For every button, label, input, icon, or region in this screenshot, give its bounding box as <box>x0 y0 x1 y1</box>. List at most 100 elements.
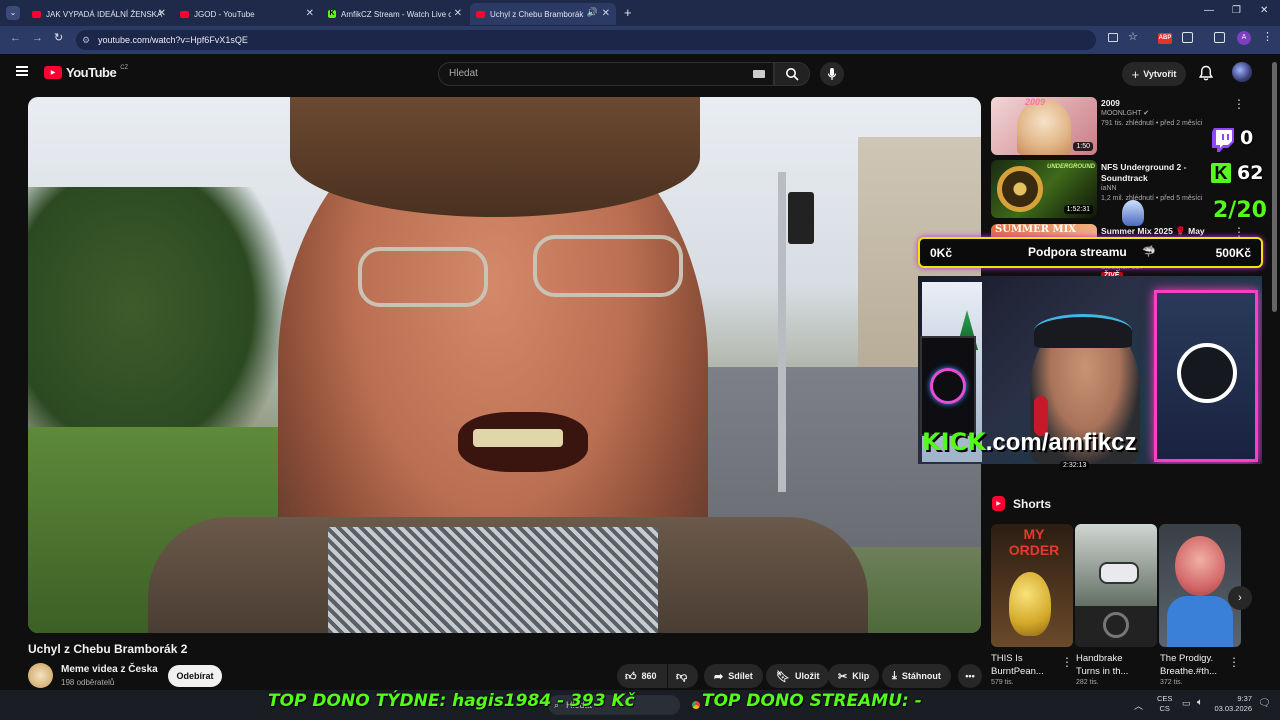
goal-mascot-icon <box>1122 200 1144 226</box>
voice-search-button[interactable] <box>820 62 844 86</box>
rec-thumbnail-summer-mix[interactable]: SUMMER MIX <box>991 224 1097 238</box>
video-glasses-left <box>358 247 488 307</box>
search-icon <box>786 68 799 81</box>
close-icon[interactable]: ✕ <box>602 8 610 19</box>
rec-title: 2009 <box>1101 98 1120 108</box>
hamburger-menu-icon[interactable] <box>16 66 28 76</box>
rec-meta: 1,2 mil. zhlédnutí • před 5 měsíci <box>1101 195 1203 202</box>
keyboard-icon[interactable] <box>753 70 765 78</box>
follower-goal-counter: 2/20 <box>1213 198 1267 223</box>
close-icon[interactable]: ✕ <box>158 8 166 19</box>
close-icon[interactable]: ✕ <box>306 8 314 19</box>
network-icon[interactable]: ▭ <box>1182 698 1191 709</box>
page-scrollbar[interactable] <box>1272 62 1277 312</box>
channel-name[interactable]: Meme videa z Česka <box>61 664 158 675</box>
youtube-favicon-icon <box>32 10 41 18</box>
short-thumbnail-prodigy[interactable] <box>1159 524 1241 647</box>
os-taskbar: ⌕ Hledat ︿ CES CS ▭ 🔈︎ 9:37 03.03.2026 🗨︎ <box>0 690 1280 720</box>
new-tab-button[interactable]: + <box>624 5 632 20</box>
dislike-button[interactable]: 👎︎ <box>668 664 698 688</box>
youtube-header: ▶ YouTube CZ Hledat + Vytvořit <box>0 54 1280 92</box>
cast-icon[interactable] <box>1108 33 1118 42</box>
account-avatar[interactable] <box>1232 62 1252 82</box>
close-icon[interactable]: ✕ <box>454 8 462 19</box>
search-input[interactable]: Hledat <box>438 62 774 86</box>
microphone-icon <box>827 68 837 80</box>
clip-button[interactable]: ✂ Klip <box>828 664 880 688</box>
bookmark-icon: 🔖︎ <box>776 670 790 683</box>
rec-menu-icon[interactable]: ⋮ <box>1233 97 1245 111</box>
save-label: Uložit <box>794 671 820 681</box>
extensions-icon[interactable] <box>1182 32 1193 43</box>
tab-label: JAK VYPADÁ IDEÁLNÍ ŽENSKÁ <box>46 9 163 19</box>
search-button[interactable] <box>774 62 810 86</box>
address-bar[interactable]: ⚙ youtube.com/watch?v=Hpf6FvX1sQE <box>76 30 1096 50</box>
short-thumbnail-handbrake[interactable] <box>1075 524 1157 647</box>
back-icon[interactable]: ← <box>10 32 21 44</box>
maximize-icon[interactable]: ❐ <box>1232 5 1241 16</box>
bookmark-star-icon[interactable]: ☆ <box>1128 30 1138 43</box>
tab-jgod[interactable]: JGOD - YouTube ✕ <box>174 3 320 25</box>
chevron-right-icon: › <box>1238 592 1242 604</box>
webcam-pc-case <box>920 336 976 436</box>
video-player[interactable] <box>28 97 981 633</box>
tab-list-dropdown-icon[interactable]: ⌄ <box>6 6 20 20</box>
search-placeholder: Hledat <box>449 68 478 79</box>
short-info-burntpean[interactable]: THIS Is BurntPean... 579 tis. <box>991 652 1071 688</box>
site-info-icon[interactable]: ⚙ <box>82 30 90 50</box>
short-info-prodigy[interactable]: The Prodigy. Breathe.#th... 372 tis. <box>1160 652 1226 688</box>
adblock-icon[interactable]: ABP <box>1158 33 1172 44</box>
share-button[interactable]: ➦ Sdílet <box>704 664 763 688</box>
tab-amfikcz-stream[interactable]: K AmfikCZ Stream - Watch Live o ✕ <box>322 3 468 25</box>
minimize-icon[interactable]: — <box>1204 5 1214 16</box>
rec-info-2009[interactable]: 2009 MOONLGHT ✔ 791 tis. zhlédnutí • pře… <box>1101 98 1211 129</box>
notifications-bell-icon[interactable] <box>1198 65 1214 86</box>
short-info-handbrake[interactable]: Handbrake Turns in th... 282 tis. <box>1076 652 1146 688</box>
taskbar-clock[interactable]: 9:37 03.03.2026 <box>1210 694 1252 714</box>
tab-label: Uchyl z Chebu Bramborák <box>490 9 584 19</box>
short-menu-icon[interactable]: ⋮ <box>1228 655 1240 669</box>
support-min: 0Kč <box>930 246 953 260</box>
thumbs-up-icon: 👍︎ <box>625 670 637 683</box>
plus-icon: + <box>1131 66 1140 82</box>
window-close-icon[interactable]: ✕ <box>1260 5 1268 16</box>
save-button[interactable]: 🔖︎ Uložit <box>766 664 830 688</box>
kick-logo-icon: K <box>1211 163 1231 183</box>
browser-tab-strip: ⌄ JAK VYPADÁ IDEÁLNÍ ŽENSKÁ ✕ JGOD - You… <box>0 0 1280 26</box>
chrome-taskbar-icon[interactable] <box>689 698 703 712</box>
reload-icon[interactable]: ↻ <box>54 31 63 44</box>
browser-menu-icon[interactable]: ⋮ <box>1262 30 1273 43</box>
like-button[interactable]: 👍︎ 860 <box>617 664 667 688</box>
download-button[interactable]: ⤓ Stáhnout <box>882 664 951 688</box>
rec-info-nfs[interactable]: NFS Underground 2 - Soundtrack iaNN 1,2 … <box>1101 162 1211 204</box>
tray-chevron-icon[interactable]: ︿ <box>1134 699 1143 712</box>
create-button[interactable]: + Vytvořit <box>1122 62 1186 86</box>
youtube-logo[interactable]: ▶ YouTube CZ <box>44 65 128 80</box>
short-menu-icon[interactable]: ⋮ <box>1061 655 1073 669</box>
more-horizontal-icon: ••• <box>965 671 975 681</box>
more-actions-button[interactable]: ••• <box>958 664 982 688</box>
profile-avatar-icon[interactable]: A <box>1237 31 1251 45</box>
tab-label: JGOD - YouTube <box>194 9 255 19</box>
rec-thumbnail-nfs[interactable]: UNDERGROUND 1:52:31 <box>991 160 1097 218</box>
forward-icon[interactable]: → <box>32 32 43 44</box>
rec-thumbnail-2009[interactable]: 2009 1:50 <box>991 97 1097 155</box>
short-thumb-shirt <box>1167 596 1233 647</box>
create-label: Vytvořit <box>1143 69 1177 79</box>
sidebar-icon[interactable] <box>1214 32 1225 43</box>
tab-uchyl-z-chebu[interactable]: Uchyl z Chebu Bramborák 🔊 ✕ <box>470 3 616 25</box>
volume-icon[interactable]: 🔈︎ <box>1197 697 1203 708</box>
channel-avatar[interactable] <box>28 663 53 688</box>
share-arrow-icon: ➦ <box>714 670 724 683</box>
notification-center-icon[interactable]: 🗨︎ <box>1258 698 1271 709</box>
language-indicator[interactable]: CES CS <box>1157 694 1172 714</box>
shorts-next-button[interactable]: › <box>1228 586 1252 610</box>
kick-viewer-count: 62 <box>1237 162 1264 184</box>
tab-label: AmfikCZ Stream - Watch Live o <box>341 9 451 19</box>
short-thumbnail-burntpean[interactable]: MY ORDER <box>991 524 1073 647</box>
speaker-icon[interactable]: 🔊 <box>587 7 598 18</box>
tab-ideal-zenska[interactable]: JAK VYPADÁ IDEÁLNÍ ŽENSKÁ ✕ <box>26 3 172 25</box>
short-thumb-face <box>1175 536 1225 596</box>
subscribe-button[interactable]: Odebírat <box>168 665 222 687</box>
thumbs-down-icon: 👎︎ <box>676 670 688 683</box>
